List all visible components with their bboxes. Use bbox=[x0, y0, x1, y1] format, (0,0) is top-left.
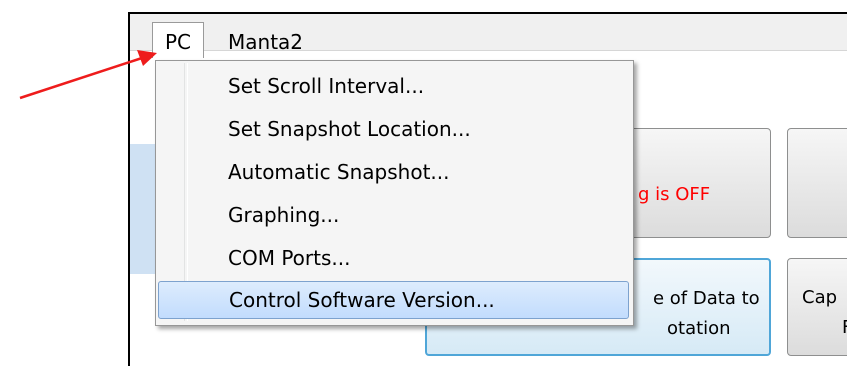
menu-item-automatic-snapshot[interactable]: Automatic Snapshot... bbox=[156, 154, 633, 192]
menu-item-graphing[interactable]: Graphing... bbox=[156, 197, 633, 235]
menu-item-label: COM Ports... bbox=[228, 246, 351, 270]
logging-status-label: g is OFF bbox=[638, 184, 711, 205]
menu-item-set-snapshot-location[interactable]: Set Snapshot Location... bbox=[156, 111, 633, 149]
capture-label-line2: F bbox=[842, 317, 847, 338]
data-rate-label-line1: e of Data to bbox=[653, 288, 760, 309]
menu-item-label: Set Snapshot Location... bbox=[228, 117, 471, 141]
menu-manta2[interactable]: Manta2 bbox=[228, 30, 303, 54]
menu-item-set-scroll-interval[interactable]: Set Scroll Interval... bbox=[156, 68, 633, 106]
annotation-arrow-shaft bbox=[19, 56, 143, 100]
menu-item-com-ports[interactable]: COM Ports... bbox=[156, 240, 633, 278]
menu-item-control-software-version[interactable]: Control Software Version... bbox=[158, 281, 629, 319]
data-rate-label-line2: otation bbox=[667, 318, 731, 339]
capture-label-line1: Cap bbox=[802, 287, 838, 308]
menu-pc[interactable]: PC bbox=[152, 22, 204, 58]
menu-bar: Manta2 bbox=[130, 14, 847, 54]
pc-dropdown-menu: Set Scroll Interval... Set Snapshot Loca… bbox=[155, 60, 634, 326]
menu-item-label: Control Software Version... bbox=[229, 288, 495, 312]
menu-item-label: Graphing... bbox=[228, 203, 340, 227]
menu-item-label: Set Scroll Interval... bbox=[228, 74, 425, 98]
capture-button[interactable]: Cap F bbox=[787, 258, 847, 356]
menu-item-label: Automatic Snapshot... bbox=[228, 160, 450, 184]
right-top-button[interactable] bbox=[787, 128, 847, 238]
